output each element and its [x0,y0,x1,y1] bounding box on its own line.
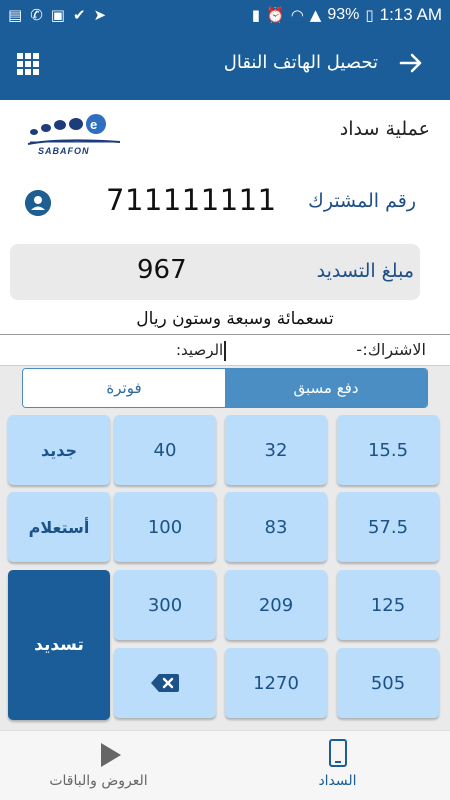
alarm-icon: ⏰ [266,6,285,24]
vibrate-icon: ▮ [251,6,260,24]
amount-key[interactable]: 505 [337,648,439,718]
operation-label: عملية سداد [339,118,430,140]
new-button[interactable]: جديد [8,415,110,485]
smartphone-icon [329,739,347,767]
bottom-navigation: العروض والباقات السداد [0,730,450,800]
subscription-label: الاشتراك: [362,340,426,359]
status-bar: ▤ ✆ ▣ ✔ ➤ ▮ ⏰ ◠ ▲ 93% ▯ 1:13 AM [0,0,450,32]
notification-icons: ▤ ✆ ▣ ✔ ➤ [8,6,106,24]
missed-call-icon: ✆ [30,6,43,24]
nav-offers-label: العروض والباقات [49,773,148,789]
balance-label: الرصيد: [176,341,224,359]
sim-icon: ▤ [8,6,23,24]
amount-key[interactable]: 1270 [225,648,327,718]
clock: 1:13 AM [379,5,442,24]
apps-grid-icon[interactable] [17,53,39,75]
backspace-button[interactable] [114,648,216,718]
send-icon: ➤ [93,6,107,24]
amount-key[interactable]: 83 [225,492,327,562]
page-title: تحصيل الهاتف النقال [223,52,378,73]
nav-offers[interactable]: العروض والباقات [0,731,225,800]
check-circle-icon: ✔ [72,6,86,24]
payment-type-tabs: فوترة دفع مسبق [22,368,428,408]
image-icon: ▣ [50,6,65,24]
amount-key[interactable]: 15.5 [337,415,439,485]
amount-label: مبلغ التسديد [316,260,414,282]
tab-prepaid[interactable]: دفع مسبق [225,369,427,407]
pay-button[interactable]: تسديد [8,570,110,720]
signal-icon: ▲ [309,6,322,24]
text-cursor [224,341,226,361]
app-bar: تحصيل الهاتف النقال [0,32,450,100]
amount-key[interactable]: 40 [114,415,216,485]
amount-key[interactable]: 300 [114,570,216,640]
battery-percent: 93% [327,6,360,23]
amount-value: 967 [137,255,187,285]
amount-key[interactable]: 32 [225,415,327,485]
nav-payment-label: السداد [318,773,357,789]
tab-bill[interactable]: فوترة [23,369,225,407]
inquiry-button[interactable]: أستعلام [8,492,110,562]
wifi-icon: ◠ [290,6,304,24]
arrow-forward-icon[interactable] [398,50,424,76]
system-icons: ▮ ⏰ ◠ ▲ 93% ▯ 1:13 AM [252,5,442,25]
logo-wordmark: SABAFON [38,146,90,156]
amount-in-words: تسعمائة وسبعة وستون ريال [136,309,334,329]
subscriber-number[interactable]: 711111111 [106,183,277,217]
nav-payment[interactable]: السداد [225,731,450,800]
amount-key[interactable]: 125 [337,570,439,640]
svg-text:e: e [90,117,97,132]
amount-key[interactable]: 100 [114,492,216,562]
amount-key[interactable]: 57.5 [337,492,439,562]
play-icon [101,743,121,767]
backspace-icon [151,674,179,692]
contact-picker-icon[interactable] [25,190,51,216]
subscription-value: - [356,340,362,359]
subscriber-label: رقم المشترك [308,190,416,212]
amount-key[interactable]: 209 [225,570,327,640]
battery-icon: ▯ [365,6,374,24]
